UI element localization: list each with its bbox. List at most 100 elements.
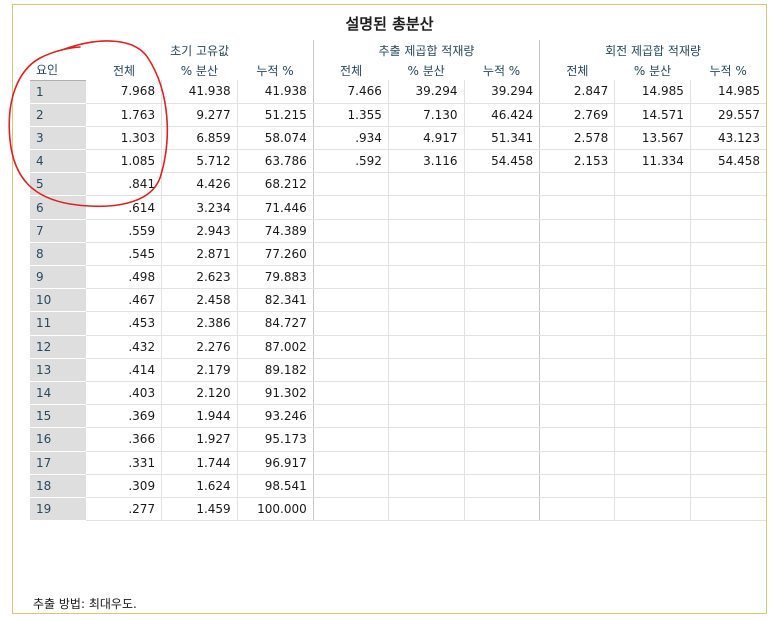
- table-cell: 79.883: [236, 265, 314, 290]
- row-label-factor: 12: [30, 335, 87, 359]
- table-row: 16.366 1.927 95.173: [30, 427, 766, 452]
- table-row: 17.331 1.744 96.917: [30, 451, 766, 475]
- table-cell: 2.179: [161, 358, 238, 382]
- table-cell: 77.260: [236, 242, 314, 267]
- table-cell: 100.000: [236, 497, 314, 522]
- row-label-factor: 8: [30, 242, 87, 267]
- table-cell: .614: [86, 195, 162, 220]
- table-cell: [312, 497, 389, 522]
- table-cell: [312, 195, 389, 220]
- table-cell: 93.246: [236, 404, 314, 429]
- table-cell: [387, 474, 465, 498]
- table-cell: 7.968: [86, 80, 162, 104]
- table-cell: 54.458: [463, 149, 540, 174]
- table-cell: 96.917: [236, 451, 314, 475]
- table-cell: [539, 335, 615, 359]
- table-cell: [312, 288, 389, 313]
- table-cell: [539, 311, 615, 336]
- table-cell: 41.938: [236, 80, 314, 104]
- table-cell: [387, 311, 465, 336]
- table-cell: [614, 311, 691, 336]
- table-cell: [312, 358, 389, 382]
- table-cell: [689, 335, 766, 359]
- table-row: 4 1.085 5.712 63.786.592 3.116 54.458 2.153 11.…: [30, 149, 766, 174]
- row-label-factor: 9: [30, 265, 87, 290]
- table-cell: [614, 404, 691, 429]
- table-cell: 1.624: [161, 474, 238, 498]
- table-row: 8.545 2.871 77.260: [30, 242, 766, 267]
- table-row: 14.403 2.120 91.302: [30, 381, 766, 406]
- table-cell: 51.341: [463, 126, 540, 151]
- table-cell: 68.212: [236, 172, 314, 197]
- table-cell: .309: [86, 474, 162, 498]
- table-cell: [614, 219, 691, 243]
- table-cell: [387, 242, 465, 267]
- table-cell: 1.459: [161, 497, 238, 522]
- table-cell: 82.341: [236, 288, 314, 313]
- table-cell: [539, 381, 615, 406]
- table-row: 1 7.968 41.938 41.938 7.466 39.294 39.294 2.847…: [30, 80, 766, 104]
- table-cell: [689, 265, 766, 290]
- table-cell: [387, 265, 465, 290]
- table-cell: .453: [86, 311, 162, 336]
- table-cell: [689, 451, 766, 475]
- table-cell: [463, 311, 540, 336]
- table-cell: [463, 358, 540, 382]
- table-cell: [614, 242, 691, 267]
- table-cell: [387, 335, 465, 359]
- table-cell: .934: [312, 126, 389, 151]
- table-title: 설명된 총분산: [345, 15, 434, 33]
- group-header-row: 초기 고유값 추출 제곱합 적재량 회전 제곱합 적재량: [30, 40, 766, 60]
- table-cell: [463, 288, 540, 313]
- table-cell: [463, 497, 540, 522]
- table-cell: 4.426: [161, 172, 238, 197]
- row-label-factor: 7: [30, 219, 87, 243]
- group-header-initial: 초기 고유값: [170, 43, 230, 58]
- table-cell: [312, 451, 389, 475]
- table-cell: [312, 335, 389, 359]
- table-cell: [614, 451, 691, 475]
- table-cell: [387, 427, 465, 452]
- table-cell: [312, 474, 389, 498]
- table-cell: 2.871: [161, 242, 238, 267]
- table-cell: [463, 451, 540, 475]
- row-label-factor: 18: [30, 474, 87, 498]
- table-cell: 1.763: [86, 103, 162, 127]
- table-cell: 1.927: [161, 427, 238, 452]
- table-cell: 3.116: [387, 149, 465, 174]
- table-cell: 2.769: [539, 103, 615, 127]
- table-cell: [387, 219, 465, 243]
- table-cell: [539, 288, 615, 313]
- table-cell: 1.744: [161, 451, 238, 475]
- footnote: 추출 방법: 최대우도.: [33, 597, 137, 611]
- row-label-factor: 16: [30, 427, 87, 452]
- table-body: 1 7.968 41.938 41.938 7.466 39.294 39.294 2.847…: [30, 80, 766, 522]
- table-cell: [312, 404, 389, 429]
- col-header: % 분산: [180, 63, 219, 78]
- table-cell: [539, 172, 615, 197]
- table-cell: [312, 265, 389, 290]
- row-label-factor: 11: [30, 311, 87, 336]
- table-cell: [312, 381, 389, 406]
- table-cell: [689, 195, 766, 220]
- group-header-extraction: 추출 제곱합 적재량: [312, 40, 540, 60]
- table-cell: [312, 242, 389, 267]
- table-cell: [614, 497, 691, 522]
- table-cell: [614, 474, 691, 498]
- group-header-rotation: 회전 제곱합 적재량: [539, 40, 766, 60]
- table-cell: 1.944: [161, 404, 238, 429]
- table-row: 13.414 2.179 89.182: [30, 358, 766, 382]
- table-cell: .467: [86, 288, 162, 313]
- table-row: 5.841 4.426 68.212: [30, 172, 766, 197]
- column-header-row: 요인 전체 % 분산 누적 % 전체 % 분산 누적 % 전체 % 분산 누적 …: [30, 60, 766, 81]
- table-cell: 13.567: [614, 126, 691, 151]
- table-row: 2 1.763 9.277 51.215 1.355 7.130 46.424 2.769 14…: [30, 103, 766, 127]
- output-frame: 설명된 총분산 초기 고유값 추출 제곱합 적재량 회전 제곱합 적재량 요인 …: [12, 4, 767, 614]
- table-cell: [387, 497, 465, 522]
- col-header: 누적 %: [709, 63, 747, 78]
- table-cell: [689, 381, 766, 406]
- table-cell: .277: [86, 497, 162, 522]
- table-cell: [463, 219, 540, 243]
- table-cell: .331: [86, 451, 162, 475]
- row-label-factor: 5: [30, 172, 87, 197]
